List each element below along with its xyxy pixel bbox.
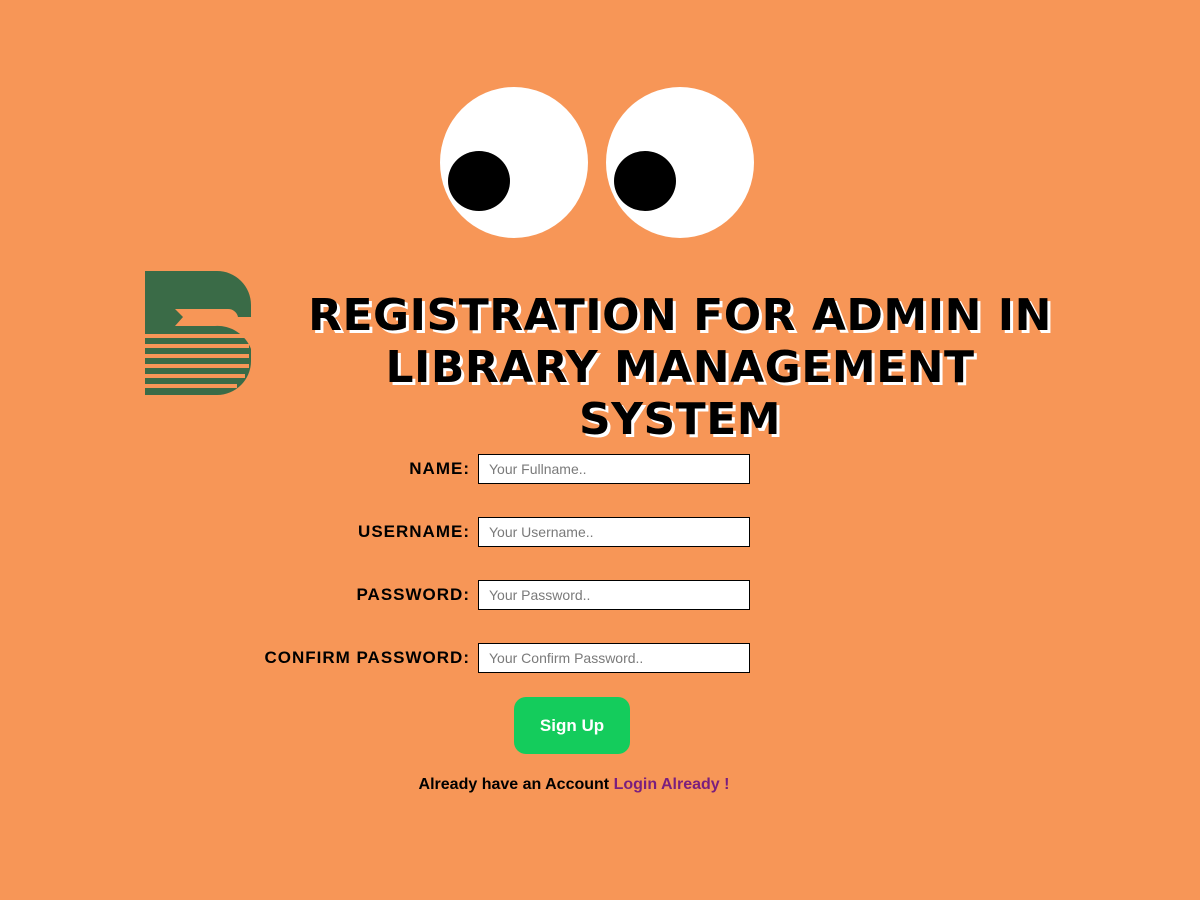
username-input[interactable]: [478, 517, 750, 547]
name-row: NAME:: [0, 454, 1200, 484]
right-pupil: [614, 151, 676, 211]
name-label: NAME:: [409, 459, 470, 478]
confirm-password-input[interactable]: [478, 643, 750, 673]
registration-page: REGISTRATION FOR ADMIN IN LIBRARY MANAGE…: [0, 0, 1200, 900]
name-input[interactable]: [478, 454, 750, 484]
right-eye-icon: [606, 87, 754, 238]
library-book-logo-icon: [145, 271, 251, 395]
confirm-password-label: CONFIRM PASSWORD:: [264, 648, 470, 667]
login-prompt-text: Already have an Account: [418, 776, 610, 793]
confirm-password-row: CONFIRM PASSWORD:: [0, 643, 1200, 673]
username-row: USERNAME:: [0, 517, 1200, 547]
login-prompt: Already have an Account Login Already !: [0, 776, 1148, 794]
page-title: REGISTRATION FOR ADMIN IN LIBRARY MANAGE…: [280, 290, 1080, 446]
login-link[interactable]: Login Already !: [614, 776, 730, 793]
password-row: PASSWORD:: [0, 580, 1200, 610]
username-label: USERNAME:: [358, 522, 470, 541]
sign-up-button[interactable]: Sign Up: [514, 697, 630, 754]
title-line-2: LIBRARY MANAGEMENT SYSTEM: [385, 342, 975, 445]
password-label: PASSWORD:: [356, 585, 470, 604]
title-line-1: REGISTRATION FOR ADMIN IN: [308, 290, 1052, 341]
password-input[interactable]: [478, 580, 750, 610]
left-eye-icon: [440, 87, 588, 238]
left-pupil: [448, 151, 510, 211]
